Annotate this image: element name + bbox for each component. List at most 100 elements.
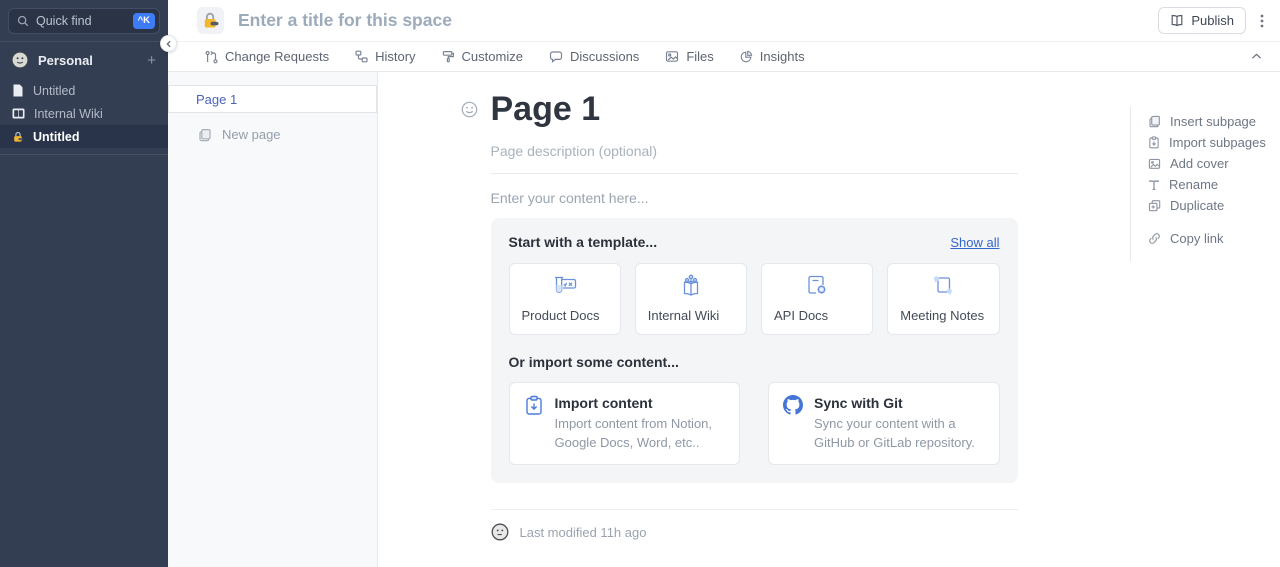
pages-panel: Page 1 New page (168, 72, 378, 567)
space-emoji-button[interactable] (197, 7, 224, 34)
sidebar-item-untitled-1[interactable]: Untitled (0, 79, 168, 102)
import-heading: Or import some content... (509, 354, 1000, 370)
space-title-input[interactable]: Enter a title for this space (238, 10, 1158, 31)
template-card-list: Product Docs Internal Wiki (509, 263, 1000, 335)
tab-label: History (375, 49, 415, 64)
tab-insights[interactable]: Insights (740, 49, 805, 64)
menu-item-label: Duplicate (1170, 198, 1224, 213)
sidebar-item-label: Untitled (33, 130, 80, 144)
duplicate-button[interactable]: Duplicate (1148, 195, 1280, 216)
getting-started-panel: Start with a template... Show all Produc… (491, 218, 1018, 483)
template-card-label: Product Docs (522, 308, 608, 323)
product-docs-icon (522, 274, 608, 296)
smiley-avatar (11, 51, 29, 69)
template-card-label: Internal Wiki (648, 308, 734, 323)
import-content-title: Import content (555, 395, 726, 411)
page-title-label: Page 1 (196, 92, 237, 107)
document-icon (12, 84, 24, 97)
page-actions-menu: Insert subpage Import subpages Add cover (1130, 107, 1280, 261)
sync-with-git-title: Sync with Git (814, 395, 985, 411)
menu-item-label: Rename (1169, 177, 1218, 192)
sync-with-git-subtitle: Sync your content with a GitHub or GitLa… (814, 415, 985, 452)
import-card-list: Import content Import content from Notio… (509, 382, 1000, 465)
space-tab-bar: Change Requests History Customize Discus… (168, 42, 1280, 72)
publish-label: Publish (1191, 13, 1234, 28)
page-list-item-selected[interactable]: Page 1 (168, 85, 377, 113)
sync-with-git-card[interactable]: Sync with Git Sync your content with a G… (768, 382, 1000, 465)
page-title[interactable]: Page 1 (491, 90, 1018, 129)
last-modified-text: Last modified 11h ago (520, 525, 647, 540)
sidebar-collapse-button[interactable] (160, 35, 177, 52)
app-window: Quick find ^K Personal + Untitled Int (0, 0, 1280, 567)
user-avatar (491, 523, 509, 541)
workspace-name: Personal (38, 53, 138, 68)
new-page-label: New page (222, 127, 281, 142)
page-footer: Last modified 11h ago (491, 509, 1018, 541)
tab-customize[interactable]: Customize (442, 49, 523, 64)
tab-label: Insights (760, 49, 805, 64)
chevron-up-icon[interactable] (1251, 53, 1262, 60)
new-page-button[interactable]: New page (168, 127, 377, 142)
customize-icon (442, 50, 455, 63)
publish-button[interactable]: Publish (1158, 7, 1246, 34)
internal-wiki-icon (648, 274, 734, 297)
sidebar-item-label: Untitled (33, 84, 75, 98)
menu-item-label: Copy link (1170, 231, 1223, 246)
show-all-templates-link[interactable]: Show all (950, 235, 999, 250)
tab-label: Files (686, 49, 713, 64)
pull-request-icon (204, 50, 218, 64)
main-area: Enter a title for this space Publish Cha… (168, 0, 1280, 567)
content-area: Page 1 New page (168, 72, 1280, 567)
quick-find-label: Quick find (36, 14, 126, 28)
space-title-bar: Enter a title for this space Publish (168, 0, 1280, 42)
smiley-outline-icon (461, 101, 478, 118)
template-card-product-docs[interactable]: Product Docs (509, 263, 621, 335)
tab-history[interactable]: History (355, 49, 415, 64)
copy-link-icon (1148, 232, 1161, 245)
copy-link-button[interactable]: Copy link (1148, 228, 1280, 249)
files-icon (665, 50, 679, 63)
kebab-menu-icon[interactable] (1260, 13, 1264, 29)
quick-find-shortcut-badge: ^K (133, 13, 155, 29)
github-icon (783, 395, 803, 415)
content-placeholder-input[interactable]: Enter your content here... (491, 190, 1018, 206)
tab-files[interactable]: Files (665, 49, 713, 64)
book-open-icon (1170, 14, 1184, 27)
import-content-subtitle: Import content from Notion, Google Docs,… (555, 415, 726, 452)
history-icon (355, 50, 368, 63)
workspace-sidebar: Quick find ^K Personal + Untitled Int (0, 0, 168, 567)
discussion-icon (549, 50, 563, 63)
lock-with-key-icon (202, 12, 219, 29)
menu-item-label: Add cover (1170, 156, 1229, 171)
insert-subpage-button[interactable]: Insert subpage (1148, 111, 1280, 132)
quick-find-input[interactable]: Quick find ^K (8, 8, 160, 34)
tab-discussions[interactable]: Discussions (549, 49, 639, 64)
template-card-api-docs[interactable]: API Docs (761, 263, 873, 335)
tab-label: Change Requests (225, 49, 329, 64)
lock-icon (12, 131, 24, 143)
sidebar-item-internal-wiki[interactable]: Internal Wiki (0, 102, 168, 125)
rename-button[interactable]: Rename (1148, 174, 1280, 195)
import-content-card[interactable]: Import content Import content from Notio… (509, 382, 741, 465)
add-space-button[interactable]: + (147, 53, 156, 68)
import-subpages-icon (1148, 136, 1160, 149)
workspace-switcher[interactable]: Personal + (0, 42, 168, 77)
sidebar-item-untitled-2-selected[interactable]: Untitled (0, 125, 168, 148)
add-cover-button[interactable]: Add cover (1148, 153, 1280, 174)
tab-change-requests[interactable]: Change Requests (204, 49, 329, 64)
template-card-internal-wiki[interactable]: Internal Wiki (635, 263, 747, 335)
add-cover-icon (1148, 158, 1161, 170)
import-subpages-button[interactable]: Import subpages (1148, 132, 1280, 153)
search-icon (17, 15, 29, 27)
duplicate-icon (1148, 199, 1161, 212)
menu-item-label: Import subpages (1169, 135, 1266, 150)
page-emoji-picker-button[interactable] (461, 101, 478, 118)
template-card-meeting-notes[interactable]: Meeting Notes (887, 263, 999, 335)
template-card-label: Meeting Notes (900, 308, 986, 323)
page-description-input[interactable]: Page description (optional) (491, 143, 1018, 159)
menu-item-label: Insert subpage (1170, 114, 1256, 129)
tab-label: Discussions (570, 49, 639, 64)
tab-label: Customize (462, 49, 523, 64)
sidebar-divider (0, 154, 168, 155)
page-actions-rail: Insert subpage Import subpages Add cover (1130, 72, 1280, 567)
